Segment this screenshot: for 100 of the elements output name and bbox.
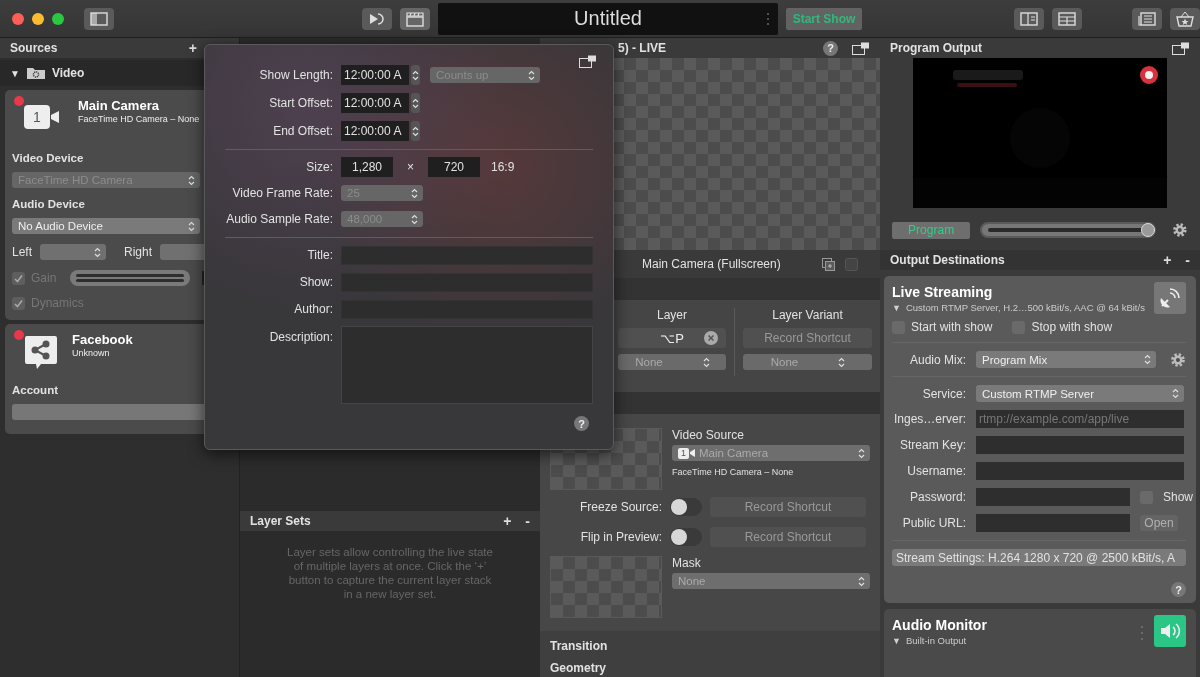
sidebar-toggle-button[interactable] <box>84 7 114 30</box>
checkbox[interactable] <box>12 296 25 310</box>
dropdown[interactable]: None <box>672 573 870 589</box>
updown-chevron-icon <box>1144 354 1152 365</box>
grid-layout-button[interactable] <box>1052 7 1082 30</box>
input-field[interactable] <box>976 436 1184 454</box>
stepper[interactable] <box>411 93 420 113</box>
shortcut-field[interactable]: ⌥P <box>618 328 726 348</box>
play-replay-button[interactable] <box>362 7 392 30</box>
output-summary: Built-in Output <box>905 635 967 646</box>
column-title: Layer <box>657 308 687 322</box>
time-field[interactable]: 12:00:00 A <box>341 93 409 113</box>
checkbox-label: Stop with show <box>1031 320 1113 334</box>
panel-title: Layer Sets <box>250 514 311 528</box>
text-field[interactable] <box>341 245 593 265</box>
output-title: Live Streaming <box>892 284 994 300</box>
detach-window-icon <box>579 55 597 68</box>
field-label: Size: <box>305 160 333 174</box>
grip-icon <box>1140 623 1144 643</box>
time-field[interactable]: 12:00:00 A <box>341 65 409 85</box>
satellite-dish-icon <box>1159 287 1181 309</box>
add-button[interactable]: + <box>503 513 512 529</box>
remove-button[interactable]: - <box>525 513 530 529</box>
source-subtitle: FaceTime HD Camera – None <box>78 114 200 124</box>
field-label: Freeze Source: <box>578 500 662 514</box>
input-field[interactable] <box>976 514 1130 532</box>
updown-chevron-icon <box>858 575 865 587</box>
close-window-button[interactable] <box>12 12 24 25</box>
disclosure-triangle[interactable]: ▼ <box>892 635 901 646</box>
fader-track[interactable] <box>980 222 1157 238</box>
stream-settings-button[interactable]: Stream Settings: H.264 1280 x 720 @ 2500 kBit/s, A <box>892 549 1186 566</box>
dropdown[interactable]: 1 Main Camera <box>672 445 870 461</box>
updown-chevron-icon <box>838 356 846 368</box>
record-shortcut-button[interactable]: Record Shortcut <box>710 497 866 517</box>
updown-chevron-icon <box>188 220 195 232</box>
sidebar-toggle-icon <box>89 10 109 27</box>
help-button[interactable]: ? <box>1171 582 1186 597</box>
section-header[interactable]: Transition <box>550 639 870 653</box>
grid-layout-icon <box>1057 10 1077 27</box>
fader-thumb[interactable] <box>1141 223 1156 237</box>
checkmark-icon <box>14 273 23 283</box>
help-button[interactable]: ? <box>574 416 589 431</box>
broadcast-button[interactable] <box>1154 282 1186 314</box>
panel-title: Sources <box>10 41 58 55</box>
detach-window-icon <box>1172 41 1190 55</box>
text-field[interactable] <box>341 272 593 292</box>
field-label: Video Device <box>12 152 85 164</box>
field-label: Video Source <box>672 428 745 442</box>
zoom-window-button[interactable] <box>52 12 64 25</box>
output-summary: Custom RTMP Server, H.2…500 kBit/s, AAC @ 64 kBit/s <box>905 302 1145 313</box>
width-field[interactable]: 1,280 <box>341 157 393 177</box>
gain-slider[interactable] <box>70 270 191 286</box>
clapperboard-button[interactable] <box>400 7 430 30</box>
record-shortcut-button[interactable]: Record Shortcut <box>710 527 866 547</box>
toggle-switch[interactable] <box>670 528 702 546</box>
input-field[interactable] <box>976 462 1184 480</box>
source-note: FaceTime HD Camera – None <box>672 467 795 477</box>
minimize-window-button[interactable] <box>32 12 44 25</box>
document-title-field[interactable]: Untitled <box>438 2 778 35</box>
dropdown[interactable]: None <box>743 354 872 370</box>
remove-layer-icon <box>845 257 858 271</box>
time-field[interactable]: 12:00:00 A <box>341 121 409 141</box>
source-name: Main Camera <box>78 98 160 113</box>
layout-panel-button[interactable] <box>1014 7 1044 30</box>
add-button[interactable]: + <box>1163 252 1172 268</box>
group-label: Video <box>51 66 85 80</box>
dropdown[interactable]: None <box>618 354 726 370</box>
field-label: Flip in Preview: <box>579 530 662 544</box>
program-button[interactable]: Program <box>892 221 971 239</box>
channel-label: Left <box>12 245 32 259</box>
input-field[interactable] <box>976 488 1130 506</box>
checkbox[interactable] <box>12 271 25 285</box>
toggle-switch[interactable] <box>670 498 702 516</box>
input-field[interactable]: rtmp://example.com/app/live <box>976 410 1184 428</box>
section-header[interactable]: Geometry <box>550 661 870 675</box>
layer-name: Main Camera (Fullscreen) <box>642 257 782 271</box>
shortcut-field[interactable]: Record Shortcut <box>743 328 872 348</box>
newspaper-button[interactable] <box>1132 7 1162 30</box>
stepper[interactable] <box>411 65 420 85</box>
duplicate-icon <box>822 257 835 271</box>
checkmark-icon <box>14 298 23 308</box>
add-button[interactable]: + <box>188 40 197 56</box>
dropdown[interactable]: Custom RTMP Server <box>976 385 1184 402</box>
updown-chevron-icon <box>702 356 710 368</box>
times-sign: × <box>407 160 414 174</box>
remove-button[interactable]: - <box>1185 252 1190 268</box>
star-basket-button[interactable] <box>1170 7 1200 30</box>
field-label: Show Length: <box>258 68 333 82</box>
updown-chevron-icon <box>528 69 535 81</box>
updown-chevron-icon <box>412 125 419 137</box>
stepper[interactable] <box>411 121 420 141</box>
disclosure-triangle[interactable]: ▼ <box>10 67 20 79</box>
source-subtitle: Unknown <box>72 348 111 358</box>
dropdown[interactable]: No Audio Device <box>12 218 200 234</box>
field-label: Password: <box>908 490 966 504</box>
height-field[interactable]: 720 <box>428 157 480 177</box>
dropdown[interactable]: Program Mix <box>976 351 1157 368</box>
field-label: Public URL: <box>901 516 966 530</box>
disclosure-triangle[interactable]: ▼ <box>892 302 901 313</box>
help-button[interactable]: ? <box>823 40 838 56</box>
